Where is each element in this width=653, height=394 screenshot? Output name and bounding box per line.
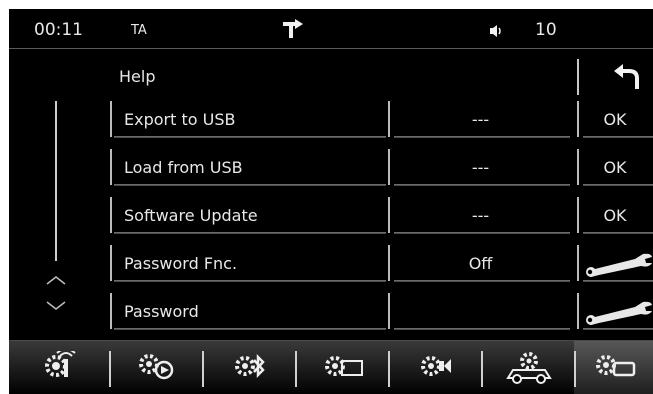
underline: [583, 136, 653, 138]
ok-label: OK: [603, 158, 627, 177]
back-button[interactable]: [577, 57, 653, 97]
divider: [577, 59, 579, 95]
divider: [481, 351, 483, 387]
back-arrow-icon: [614, 64, 639, 89]
password-settings-button[interactable]: [577, 293, 653, 331]
underline: [394, 136, 570, 138]
chevron-down-icon[interactable]: [45, 297, 67, 316]
underline: [114, 184, 386, 186]
screen-settings-button[interactable]: [574, 341, 653, 394]
divider: [202, 351, 204, 387]
turn-right-icon: [281, 19, 307, 43]
wrench-icon: [586, 301, 652, 325]
speaker-icon: [489, 23, 505, 42]
bottom-navigation-bar: [9, 340, 653, 394]
page-title: Help: [119, 67, 156, 86]
underline: [583, 232, 653, 234]
export-to-usb-item[interactable]: Export to USB: [110, 101, 388, 139]
underline: [114, 232, 386, 234]
divider: [577, 293, 579, 329]
status-bar: 00:11 TA 10: [9, 9, 653, 49]
divider: [109, 351, 111, 387]
divider: [110, 293, 112, 329]
chevron-up-icon[interactable]: [45, 271, 67, 290]
status-divider: [9, 48, 653, 49]
software-update-ok-button[interactable]: OK: [577, 197, 653, 235]
underline: [114, 136, 386, 138]
row-value: ---: [471, 206, 490, 225]
divider: [388, 351, 390, 387]
head-unit-screen: 00:11 TA 10 Help Export to USB --- OK Lo…: [9, 9, 653, 394]
wrench-icon: [586, 253, 652, 277]
ok-label: OK: [603, 110, 627, 129]
row-label: Password: [124, 302, 199, 321]
load-from-usb-ok-button[interactable]: OK: [577, 149, 653, 187]
divider: [577, 245, 579, 281]
display-settings-button[interactable]: [295, 341, 388, 394]
password-item[interactable]: Password: [110, 293, 388, 331]
row-value: Off: [468, 254, 493, 273]
gear-camera-icon: [421, 356, 451, 376]
divider: [295, 351, 297, 387]
underline: [394, 232, 570, 234]
media-settings-button[interactable]: [109, 341, 202, 394]
bluetooth-settings-button[interactable]: [202, 341, 295, 394]
divider: [110, 245, 112, 281]
traffic-announcement-indicator: TA: [131, 23, 147, 38]
gear-bluetooth-icon: [235, 353, 265, 379]
gear-antenna-icon: [45, 351, 76, 377]
gear-display-icon: [325, 356, 363, 376]
row-label: Load from USB: [124, 158, 243, 177]
row-value: ---: [471, 110, 490, 129]
load-from-usb-value: ---: [388, 149, 573, 187]
clock: 00:11: [34, 20, 83, 40]
row-label: Software Update: [124, 206, 258, 225]
underline: [394, 184, 570, 186]
scrollbar[interactable]: [55, 101, 57, 261]
underline: [583, 184, 653, 186]
row-label: Password Fnc.: [124, 254, 238, 273]
vehicle-settings-button[interactable]: [481, 341, 574, 394]
password-function-item[interactable]: Password Fnc.: [110, 245, 388, 283]
software-update-value: ---: [388, 197, 573, 235]
load-from-usb-item[interactable]: Load from USB: [110, 149, 388, 187]
underline: [583, 280, 653, 282]
password-function-value: Off: [388, 245, 573, 283]
gear-screen-icon: [596, 355, 636, 377]
volume-level: 10: [535, 20, 557, 40]
ok-label: OK: [603, 206, 627, 225]
divider: [110, 101, 112, 137]
underline: [114, 328, 386, 330]
gear-play-icon: [139, 354, 174, 380]
export-to-usb-value: ---: [388, 101, 573, 139]
password-value: [388, 293, 573, 331]
underline: [394, 280, 570, 282]
divider: [110, 197, 112, 233]
underline: [394, 328, 570, 330]
export-to-usb-ok-button[interactable]: OK: [577, 101, 653, 139]
software-update-item[interactable]: Software Update: [110, 197, 388, 235]
camera-settings-button[interactable]: [388, 341, 481, 394]
password-function-settings-button[interactable]: [577, 245, 653, 283]
underline: [583, 328, 653, 330]
row-value: ---: [471, 158, 490, 177]
gear-car-icon: [506, 352, 552, 384]
divider: [110, 149, 112, 185]
divider: [388, 293, 390, 329]
underline: [114, 280, 386, 282]
antenna-settings-button[interactable]: [9, 341, 109, 394]
row-label: Export to USB: [124, 110, 236, 129]
divider: [574, 351, 576, 387]
